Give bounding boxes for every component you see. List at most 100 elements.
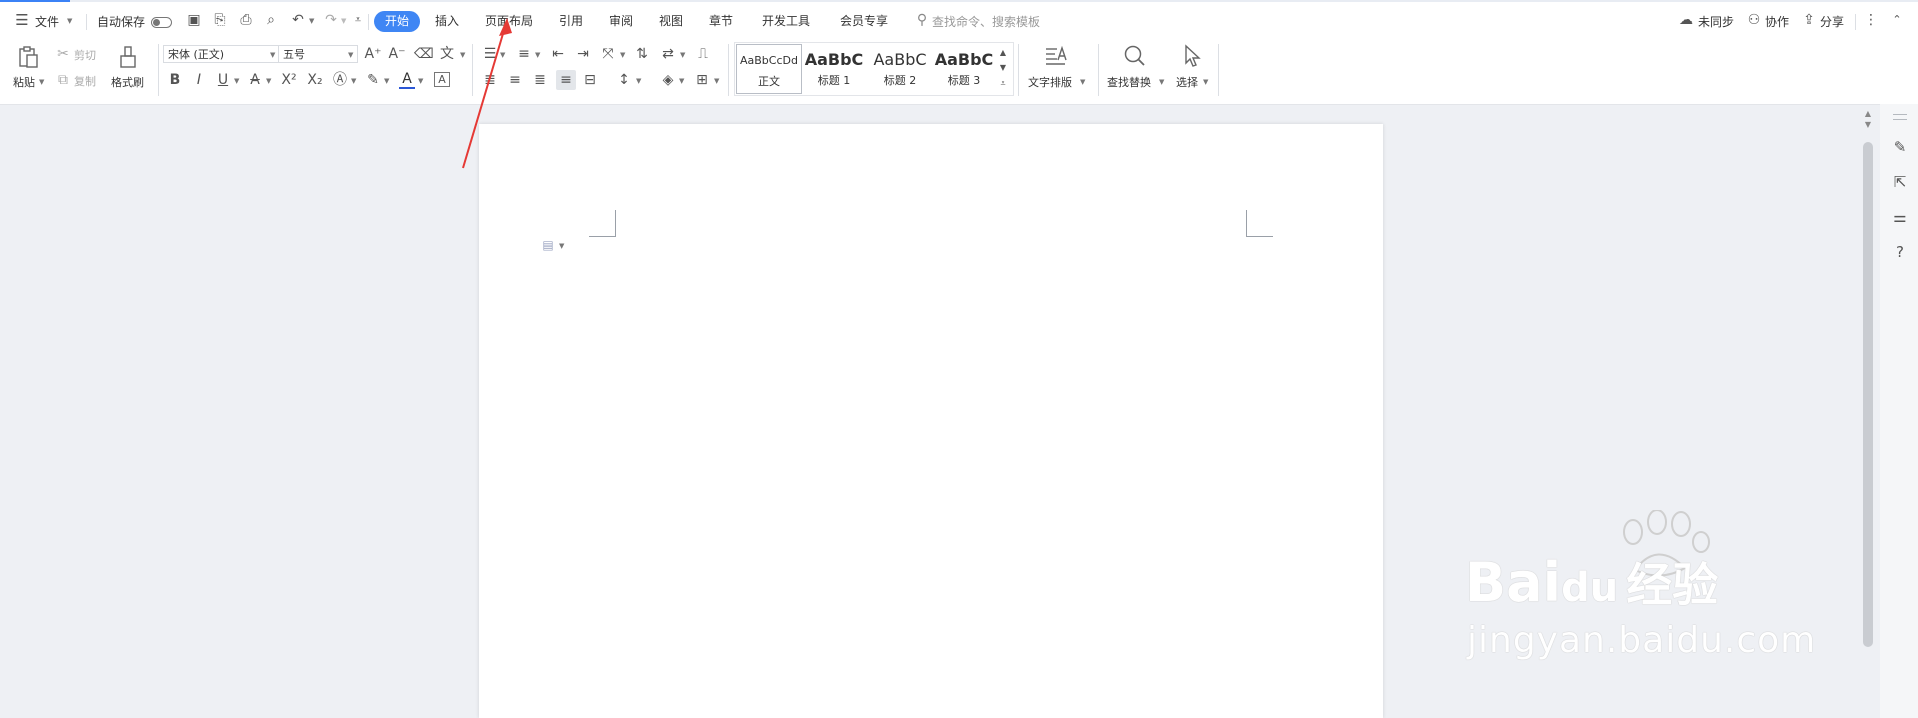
share-button[interactable]: 分享 <box>1820 13 1844 30</box>
highlight-icon[interactable]: ✎ <box>365 72 381 88</box>
numbered-list-dropdown-icon[interactable]: ▼ <box>535 51 540 59</box>
find-replace-dropdown-icon[interactable]: ▼ <box>1159 78 1164 86</box>
print-preview-icon[interactable]: ⌕ <box>263 12 279 28</box>
phonetic-dropdown-icon[interactable]: ▼ <box>460 51 465 59</box>
find-replace-icon[interactable] <box>1122 44 1148 68</box>
align-left-icon[interactable]: ≣ <box>482 72 498 88</box>
clear-format-icon[interactable]: ⌫ <box>414 46 434 62</box>
find-replace-button[interactable]: 查找替换 <box>1107 74 1151 90</box>
font-size-select[interactable]: 五号 <box>278 45 358 63</box>
text-layout-dropdown-icon[interactable]: ▼ <box>1080 78 1085 86</box>
select-button[interactable]: 选择 <box>1176 74 1198 90</box>
tab-developer[interactable]: 开发工具 <box>762 12 810 29</box>
cloud-sync-icon[interactable]: ☁ <box>1678 12 1694 28</box>
styles-scroll-down-icon[interactable]: ▼ <box>997 60 1009 76</box>
text-effect-icon[interactable]: Ⓐ <box>332 72 348 88</box>
strikethrough-dropdown-icon[interactable]: ▼ <box>266 77 271 85</box>
justify-icon[interactable]: ≡ <box>556 70 576 90</box>
style-heading-1[interactable]: AaBbC 标题 1 <box>802 44 866 92</box>
borders-icon[interactable]: ⊞ <box>694 72 710 88</box>
edit-pen-icon[interactable]: ✎ <box>1891 139 1909 155</box>
borders-dropdown-icon[interactable]: ▼ <box>714 77 719 85</box>
cut-icon[interactable]: ✂ <box>56 46 70 62</box>
redo-dropdown-icon[interactable]: ▼ <box>341 17 346 25</box>
share-icon[interactable]: ⇪ <box>1801 12 1817 28</box>
style-normal[interactable]: AaBbCcDd 正文 <box>736 44 802 94</box>
styles-expand-icon[interactable]: ⩡ <box>997 76 1009 92</box>
increase-indent-icon[interactable]: ⇥ <box>575 46 591 62</box>
line-spacing-dropdown-icon[interactable]: ▼ <box>636 77 641 85</box>
highlight-dropdown-icon[interactable]: ▼ <box>384 77 389 85</box>
adjust-sliders-icon[interactable]: ⚌ <box>1891 209 1909 225</box>
more-options-icon[interactable]: ⋮ <box>1864 12 1878 28</box>
paste-dropdown-icon[interactable]: ▼ <box>39 78 44 86</box>
collaborate-icon[interactable]: ⚇ <box>1746 12 1762 28</box>
italic-icon[interactable]: I <box>191 72 207 88</box>
paste-button[interactable]: 粘贴 <box>13 74 35 90</box>
tab-member[interactable]: 会员专享 <box>840 12 888 29</box>
hamburger-menu-icon[interactable]: ☰ <box>14 12 30 28</box>
save-icon[interactable]: ▣ <box>186 12 202 28</box>
phonetic-guide-icon[interactable]: 文 <box>438 46 456 62</box>
text-layout-button[interactable]: 文字排版 <box>1028 74 1072 90</box>
shrink-font-icon[interactable]: A⁻ <box>388 46 406 62</box>
text-effect-dropdown-icon[interactable]: ▼ <box>351 77 356 85</box>
font-name-dropdown-icon[interactable]: ▼ <box>270 51 275 59</box>
customize-toolbar-icon[interactable]: ⩡ <box>351 12 365 28</box>
align-center-icon[interactable]: ≡ <box>507 72 523 88</box>
decrease-indent-icon[interactable]: ⇤ <box>550 46 566 62</box>
line-spacing-icon[interactable]: ↕ <box>616 72 632 88</box>
align-right-icon[interactable]: ≣ <box>532 72 548 88</box>
grow-font-icon[interactable]: A⁺ <box>364 46 382 62</box>
bullet-list-icon[interactable]: ☰ <box>482 46 498 62</box>
sort-icon[interactable]: ⇅ <box>634 46 650 62</box>
char-border-icon[interactable]: A <box>434 72 450 87</box>
text-direction-dropdown-icon[interactable]: ▼ <box>680 51 685 59</box>
paragraph-layout-icon[interactable]: ▤ <box>541 237 555 253</box>
copy-icon[interactable]: ⧉ <box>56 72 70 88</box>
tab-chapter[interactable]: 章节 <box>709 12 733 29</box>
tab-page-layout[interactable]: 页面布局 <box>485 12 533 29</box>
text-direction-icon[interactable]: ⇄ <box>660 46 676 62</box>
pointer-select-icon[interactable]: ⇱ <box>1891 174 1909 190</box>
shading-icon[interactable]: ◈ <box>660 72 676 88</box>
file-menu[interactable]: 文件 <box>35 13 59 30</box>
show-marks-icon[interactable]: ⎍ <box>694 46 712 62</box>
cut-button[interactable]: 剪切 <box>74 47 96 63</box>
sync-status[interactable]: 未同步 <box>1698 13 1734 30</box>
tab-insert[interactable]: 插入 <box>435 12 459 29</box>
superscript-icon[interactable]: X² <box>280 72 298 88</box>
scrollbar-thumb[interactable] <box>1863 142 1873 647</box>
bullet-list-dropdown-icon[interactable]: ▼ <box>500 51 505 59</box>
format-painter-button[interactable]: 格式刷 <box>111 74 144 90</box>
bold-icon[interactable]: B <box>167 72 183 88</box>
redo-icon[interactable]: ↷ <box>323 12 339 28</box>
format-painter-icon[interactable] <box>116 45 140 69</box>
undo-dropdown-icon[interactable]: ▼ <box>309 17 314 25</box>
font-color-icon[interactable]: A <box>399 71 415 89</box>
font-color-dropdown-icon[interactable]: ▼ <box>418 77 423 85</box>
style-heading-2[interactable]: AaBbC 标题 2 <box>868 44 932 92</box>
command-search-input[interactable]: 查找命令、搜索模板 <box>932 13 1040 30</box>
panel-grip-icon[interactable] <box>1893 114 1907 120</box>
undo-icon[interactable]: ↶ <box>290 12 306 28</box>
tab-view[interactable]: 视图 <box>659 12 683 29</box>
tab-review[interactable]: 审阅 <box>609 12 633 29</box>
font-name-select[interactable]: 宋体 (正文) <box>163 45 279 63</box>
paste-icon[interactable] <box>16 45 40 69</box>
distribute-icon[interactable]: ⊟ <box>582 72 598 88</box>
text-layout-icon[interactable] <box>1043 44 1069 68</box>
chinese-layout-icon[interactable]: ⤧ <box>600 46 616 62</box>
file-menu-chevron-icon[interactable]: ▼ <box>67 17 72 25</box>
style-heading-3[interactable]: AaBbC 标题 3 <box>932 44 996 92</box>
chinese-layout-dropdown-icon[interactable]: ▼ <box>620 51 625 59</box>
print-icon[interactable]: ⎙ <box>238 12 254 28</box>
numbered-list-icon[interactable]: ≡ <box>516 46 532 62</box>
underline-dropdown-icon[interactable]: ▼ <box>234 77 239 85</box>
select-dropdown-icon[interactable]: ▼ <box>1203 78 1208 86</box>
strikethrough-icon[interactable]: A <box>247 72 263 88</box>
select-cursor-icon[interactable] <box>1180 44 1204 68</box>
tab-home[interactable]: 开始 <box>374 11 420 32</box>
export-pdf-icon[interactable]: ⎘ <box>212 12 228 28</box>
collapse-ribbon-icon[interactable]: ⌃ <box>1890 12 1904 28</box>
